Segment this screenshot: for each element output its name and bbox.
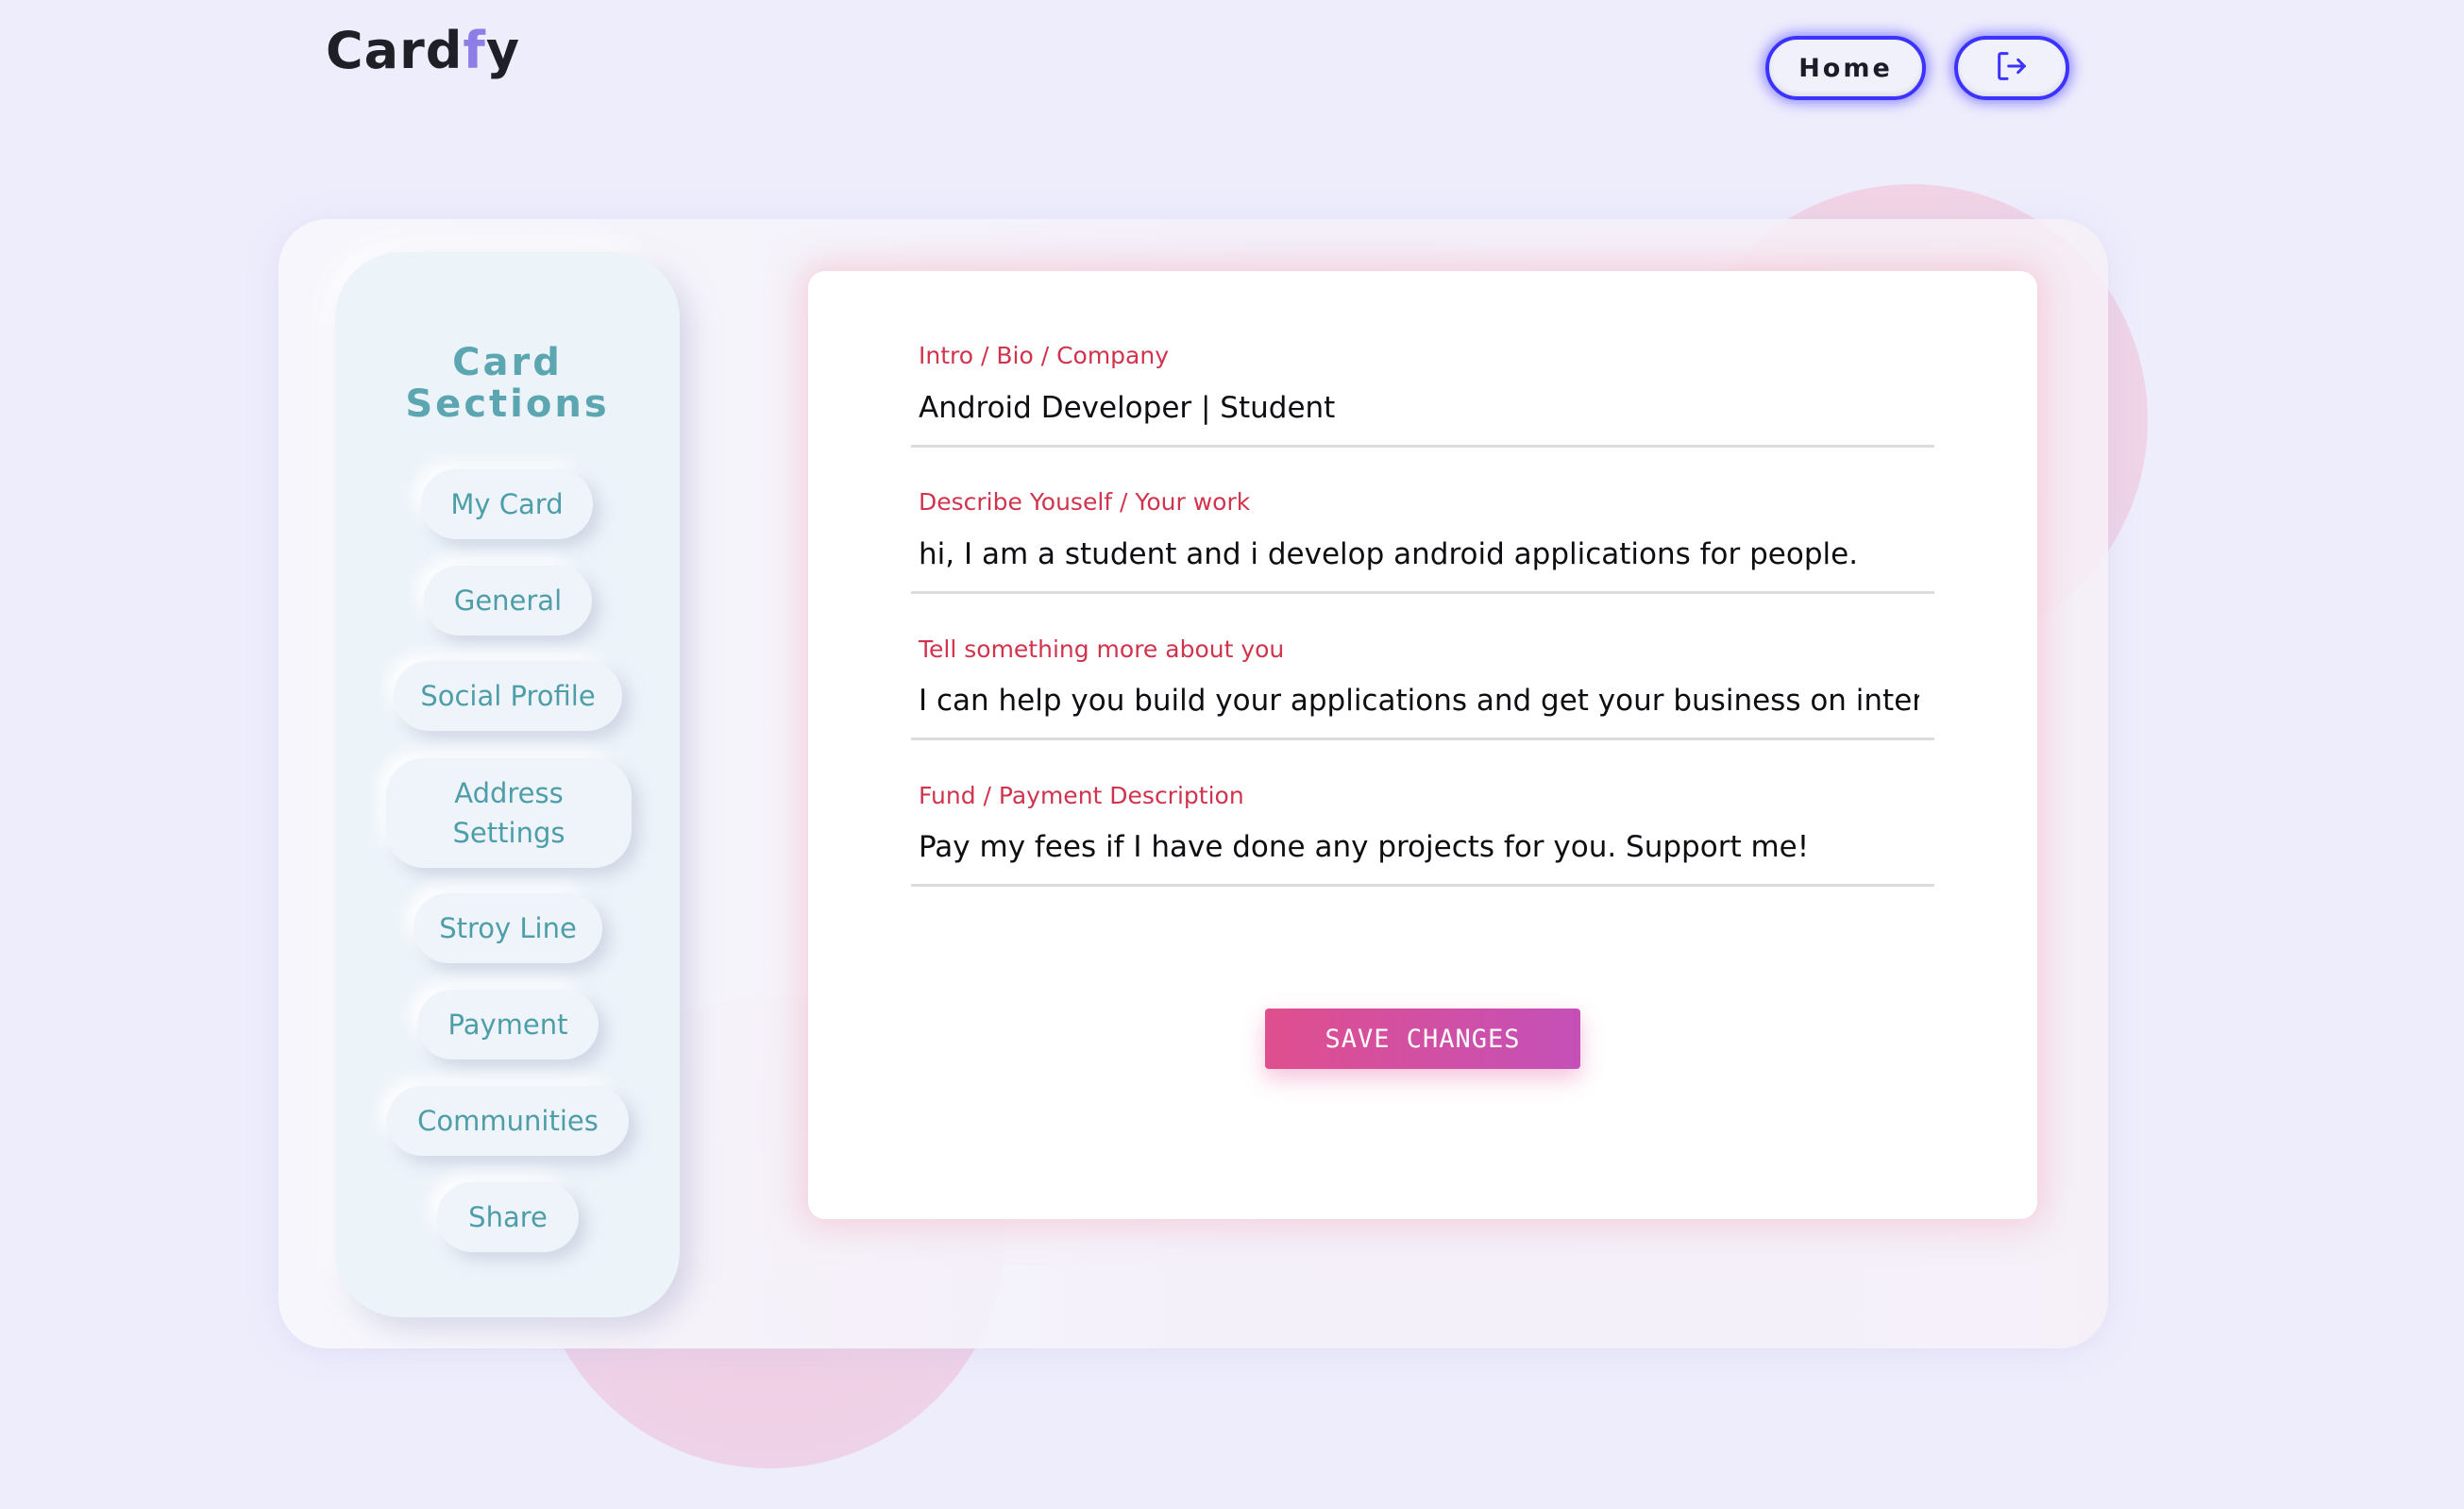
- field-underline: [911, 445, 1934, 448]
- field-underline: [911, 591, 1934, 594]
- logout-icon: [1993, 47, 2031, 89]
- payment-description-label: Fund / Payment Description: [919, 782, 1244, 809]
- home-button[interactable]: Home: [1765, 36, 1926, 100]
- sidebar-item-label: Payment: [447, 1009, 568, 1041]
- describe-field-label: Describe Youself / Your work: [919, 488, 1251, 516]
- save-changes-button[interactable]: SAVE CHANGES: [1265, 1009, 1580, 1069]
- sidebar-item-label: Settings: [452, 817, 565, 849]
- intro-field-label: Intro / Bio / Company: [919, 342, 1170, 369]
- sidebar-item-stroy-line[interactable]: Stroy Line: [413, 893, 602, 963]
- logo-accent-letter: f: [463, 21, 486, 80]
- app-logo[interactable]: Cardfy: [326, 21, 520, 80]
- sidebar-title: Card Sections: [335, 342, 680, 425]
- sidebar-item-label: Stroy Line: [439, 912, 577, 944]
- logo-text-end: y: [485, 21, 521, 80]
- intro-input[interactable]: [919, 387, 1919, 429]
- sidebar-item-label: Social Profile: [420, 680, 596, 712]
- more-about-input[interactable]: [919, 680, 1919, 721]
- sidebar-item-payment[interactable]: Payment: [417, 990, 599, 1060]
- sidebar-item-communities[interactable]: Communities: [387, 1086, 629, 1156]
- field-underline: [911, 884, 1934, 887]
- payment-description-input[interactable]: [919, 826, 1919, 868]
- sidebar-item-label: Share: [468, 1201, 548, 1233]
- sidebar-title-line: Sections: [405, 382, 610, 426]
- logo-text: Card: [326, 21, 464, 80]
- sidebar-item-label: Address: [454, 777, 564, 809]
- field-underline: [911, 738, 1934, 740]
- describe-input[interactable]: [919, 534, 1919, 575]
- sidebar-item-my-card[interactable]: My Card: [421, 469, 593, 539]
- more-about-field-label: Tell something more about you: [919, 636, 1285, 663]
- logout-button[interactable]: [1954, 36, 2069, 100]
- sidebar-item-label: Communities: [417, 1105, 599, 1137]
- sidebar-item-share[interactable]: Share: [437, 1182, 579, 1252]
- sidebar-item-label: My Card: [450, 488, 564, 520]
- sidebar-item-address-settings[interactable]: Address Settings: [386, 758, 632, 868]
- sidebar-item-social-profile[interactable]: Social Profile: [394, 661, 622, 731]
- sidebar-item-label: General: [453, 585, 563, 617]
- sidebar-title-line: Card: [452, 341, 563, 384]
- sidebar-item-general[interactable]: General: [424, 566, 592, 636]
